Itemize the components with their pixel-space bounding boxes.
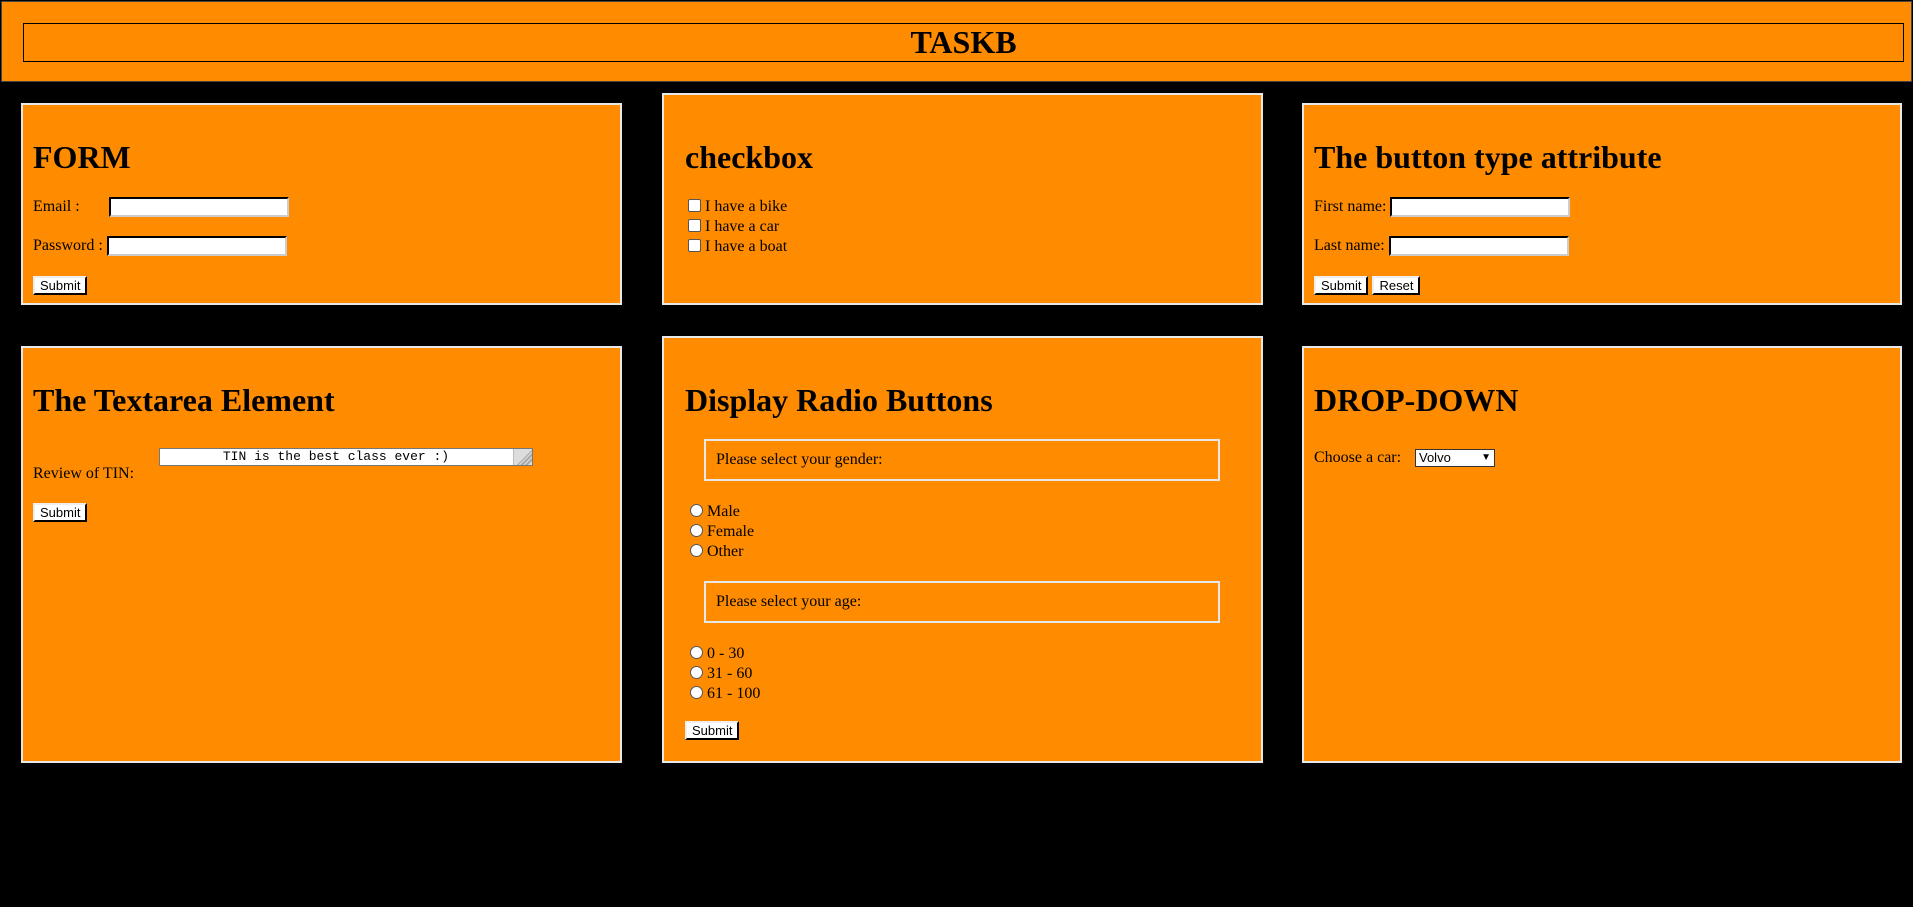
password-field[interactable] [107, 236, 287, 257]
textarea-panel: The Textarea Element Review of TIN: TIN … [21, 346, 622, 763]
first-name-label: First name: [1314, 198, 1387, 215]
form-submit-button[interactable]: Submit [33, 275, 88, 295]
age-fieldset: Please select your age: [704, 581, 1220, 623]
radio-submit-button[interactable]: Submit [685, 720, 740, 740]
other-radio[interactable] [690, 543, 703, 557]
form-panel: FORM Email : Password : Submit [21, 103, 622, 305]
male-radio[interactable] [690, 503, 703, 517]
form-title: FORM [33, 139, 131, 175]
age-0-30-radio[interactable] [690, 645, 703, 659]
dropdown-title: DROP-DOWN [1314, 382, 1519, 418]
checkbox-item[interactable]: I have a bike [688, 197, 787, 217]
other-label: Other [707, 543, 744, 560]
chevron-down-icon: ▼ [1481, 452, 1491, 464]
bike-checkbox[interactable] [688, 198, 701, 212]
checkbox-item[interactable]: I have a boat [688, 237, 787, 257]
radio-submit-row: Submit [685, 720, 740, 740]
age-0-30-label: 0 - 30 [707, 645, 745, 662]
checkbox-panel: checkbox I have a bike I have a car I ha… [662, 93, 1263, 305]
reset-button[interactable]: Reset [1372, 275, 1421, 295]
button-type-panel: The button type attribute First name: La… [1302, 103, 1902, 305]
last-name-row: Last name: [1314, 236, 1569, 257]
radio-title: Display Radio Buttons [685, 382, 993, 418]
button-type-submit-button[interactable]: Submit [1314, 275, 1369, 295]
last-name-field[interactable] [1388, 236, 1569, 257]
age-31-60-radio[interactable] [690, 665, 703, 679]
car-checkbox[interactable] [688, 218, 701, 232]
female-radio[interactable] [690, 523, 703, 537]
age-option[interactable]: 0 - 30 [690, 644, 744, 664]
page-title: TASKB [23, 23, 1904, 62]
checkbox-item[interactable]: I have a car [688, 217, 779, 237]
car-label: Choose a car: [1314, 449, 1402, 466]
age-61-100-radio[interactable] [690, 685, 703, 699]
email-label: Email : [33, 198, 80, 215]
radio-panel: Display Radio Buttons Please select your… [662, 336, 1263, 763]
car-select[interactable]: Volvo ▼ [1415, 449, 1495, 468]
age-option[interactable]: 61 - 100 [690, 684, 760, 704]
gender-option[interactable]: Other [690, 542, 743, 562]
email-row: Email : [33, 197, 289, 218]
age-option[interactable]: 31 - 60 [690, 664, 752, 684]
gender-option[interactable]: Male [690, 502, 740, 522]
gender-fieldset: Please select your gender: [704, 439, 1220, 481]
checkbox-title: checkbox [685, 139, 813, 175]
age-61-100-label: 61 - 100 [707, 685, 761, 702]
form-submit-row: Submit [33, 275, 88, 295]
email-field[interactable] [109, 197, 289, 218]
age-legend: Please select your age: [716, 593, 862, 610]
review-textarea-value: TIN is the best class ever :) [222, 449, 450, 464]
male-label: Male [707, 503, 740, 520]
dropdown-panel: DROP-DOWN Choose a car: Volvo ▼ [1302, 346, 1902, 763]
female-label: Female [707, 523, 755, 540]
button-type-actions: Submit Reset [1314, 275, 1421, 295]
textarea-title: The Textarea Element [33, 382, 335, 418]
review-label: Review of TIN: [33, 465, 135, 482]
first-name-field[interactable] [1390, 197, 1571, 218]
last-name-label: Last name: [1314, 237, 1385, 254]
gender-option[interactable]: Female [690, 522, 754, 542]
car-select-row: Choose a car: Volvo ▼ [1314, 448, 1495, 468]
boat-checkbox[interactable] [688, 238, 701, 252]
first-name-row: First name: [1314, 197, 1571, 218]
gender-legend: Please select your gender: [716, 451, 883, 468]
button-type-title: The button type attribute [1314, 139, 1662, 175]
resize-handle-icon[interactable] [513, 449, 532, 465]
car-select-value: Volvo [1419, 450, 1451, 466]
password-row: Password : [33, 236, 287, 257]
review-row: Review of TIN: TIN is the best class eve… [33, 448, 553, 488]
textarea-submit-row: Submit [33, 502, 88, 522]
textarea-submit-button[interactable]: Submit [33, 502, 88, 522]
car-label: I have a car [705, 218, 780, 235]
review-textarea[interactable]: TIN is the best class ever :) [159, 448, 533, 466]
boat-label: I have a boat [705, 238, 788, 255]
bike-label: I have a bike [705, 198, 788, 215]
age-31-60-label: 31 - 60 [707, 665, 753, 682]
header-banner: TASKB [1, 1, 1912, 82]
password-label: Password : [33, 237, 103, 254]
